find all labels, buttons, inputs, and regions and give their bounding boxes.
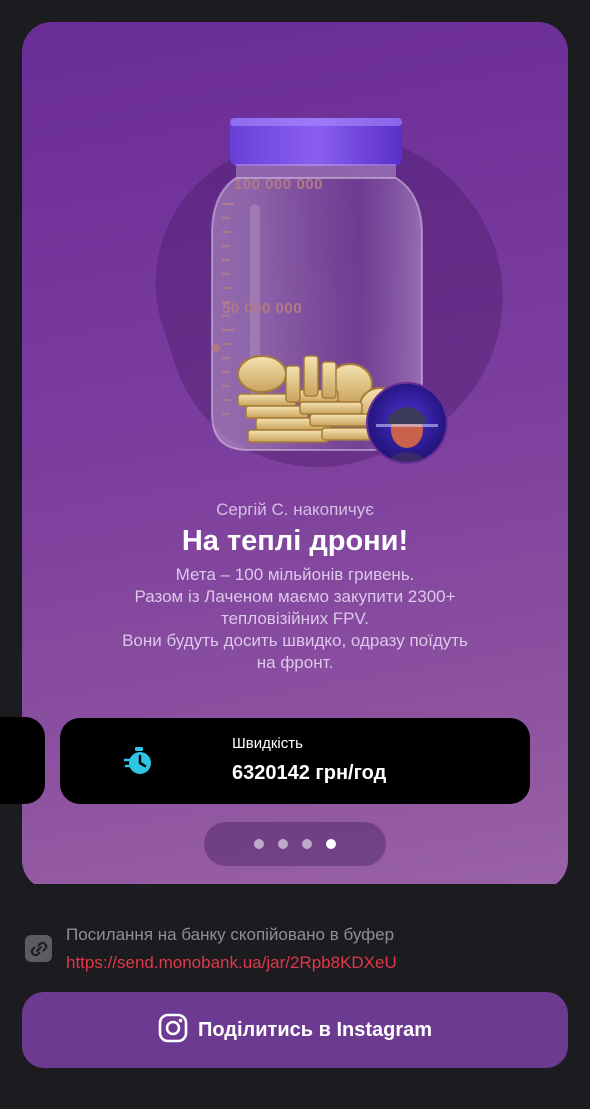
speed-label: Швидкість	[232, 735, 303, 752]
owner-text: Сергій С. накопичує	[216, 500, 374, 519]
stopwatch-icon	[122, 746, 154, 776]
page-dot-2[interactable]	[278, 839, 288, 849]
card-edge	[22, 884, 568, 902]
page-dot-1[interactable]	[254, 839, 264, 849]
pagination-dots[interactable]	[204, 822, 386, 866]
share-instagram-button[interactable]: Поділитись в Instagram	[22, 992, 568, 1068]
avatar-portrait-icon	[376, 407, 438, 462]
goal-title: На теплі дрони!	[181, 525, 409, 557]
clipboard-message: Посилання на банку скопійовано в буфер	[66, 925, 395, 944]
link-icon	[25, 935, 52, 962]
page-dot-4-active[interactable]	[326, 839, 336, 849]
speed-value: 6320142 грн/год	[232, 762, 387, 784]
goal-description: Мета – 100 мільйонів гривень. Разом із Л…	[122, 565, 468, 672]
scale-mid-label: 50 000 000	[222, 300, 303, 317]
page-dot-3[interactable]	[302, 839, 312, 849]
share-button-label: Поділитись в Instagram	[197, 1018, 433, 1041]
scale-top-label: 100 000 000	[234, 176, 323, 193]
instagram-icon	[158, 1013, 188, 1048]
jar-link[interactable]: https://send.monobank.ua/jar/2Rpb8KDXeU	[66, 953, 397, 973]
avatar	[366, 382, 448, 464]
previous-stat-card[interactable]	[0, 717, 45, 804]
